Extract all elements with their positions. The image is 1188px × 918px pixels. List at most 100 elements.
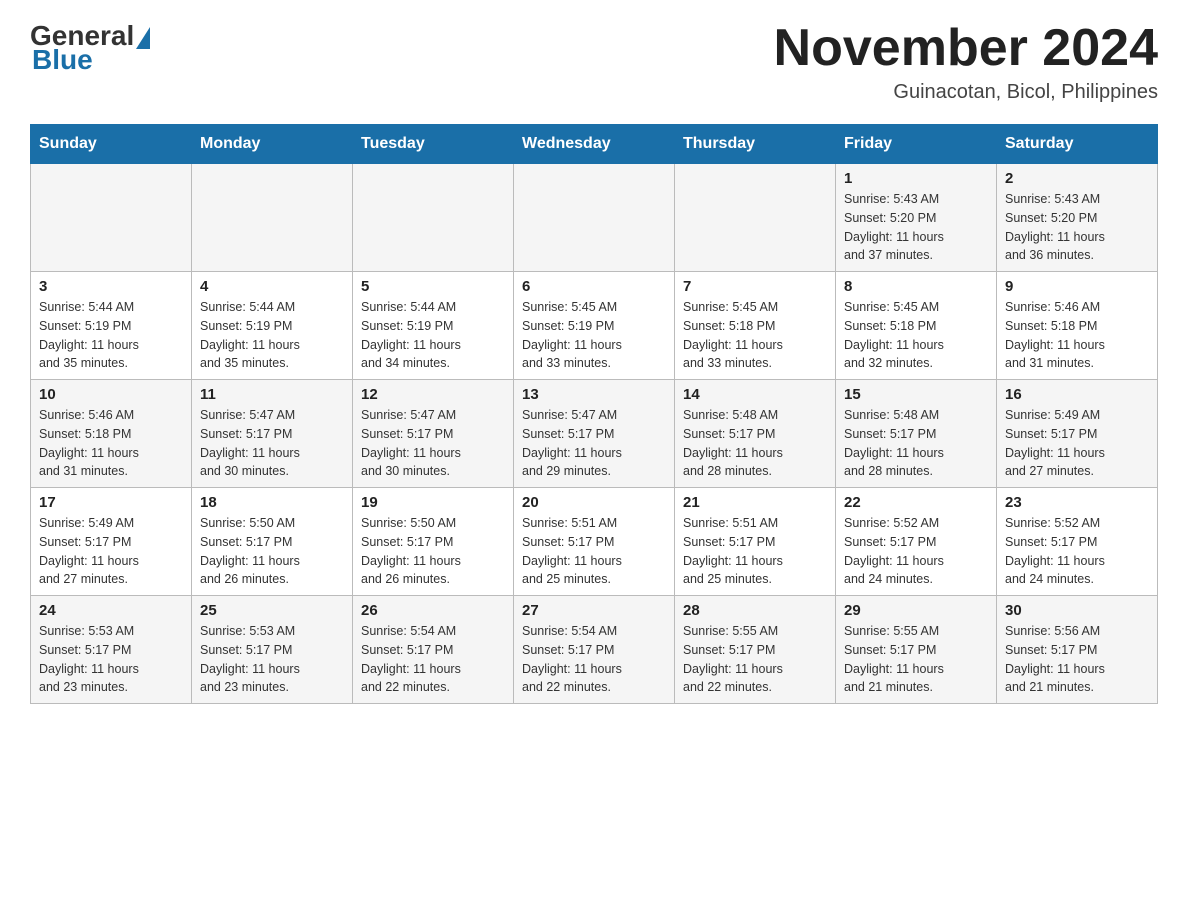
calendar-day-cell (675, 164, 836, 272)
title-area: November 2024 Guinacotan, Bicol, Philipp… (774, 20, 1158, 104)
day-info: Sunrise: 5:56 AM Sunset: 5:17 PM Dayligh… (1005, 622, 1149, 697)
calendar-day-cell: 27Sunrise: 5:54 AM Sunset: 5:17 PM Dayli… (514, 596, 675, 704)
logo-triangle-icon (136, 27, 150, 49)
calendar-day-cell: 13 Sunrise: 5:47 AM Sunset: 5:17 PM Dayli… (514, 380, 675, 488)
month-title: November 2024 (774, 20, 1158, 77)
calendar-day-cell: 26 Sunrise: 5:54 AM Sunset: 5:17 PM Dayli… (353, 596, 514, 704)
day-info: Sunrise: 5:53 AM Sunset: 5:17 PM Dayligh… (39, 622, 183, 697)
day-info: Sunrise: 5:54 AM Sunset: 5:17 PM Dayligh… (361, 622, 505, 697)
day-number: 24 (39, 602, 183, 619)
calendar-day-cell: 15 Sunrise: 5:48 AM Sunset: 5:17 PM Dayli… (836, 380, 997, 488)
day-info: Sunrise: 5:52 AM Sunset: 5:17 PM Dayligh… (1005, 514, 1149, 589)
day-number: 16 (1005, 386, 1149, 403)
calendar-day-cell: 2Sunrise: 5:43 AM Sunset: 5:20 PM Daylig… (997, 164, 1158, 272)
day-number: 19 (361, 494, 505, 511)
day-info: Sunrise: 5:50 AM Sunset: 5:17 PM Dayligh… (361, 514, 505, 589)
day-number: 29 (844, 602, 988, 619)
day-number: 7 (683, 278, 827, 295)
calendar-day-cell: 5Sunrise: 5:44 AM Sunset: 5:19 PM Daylig… (353, 272, 514, 380)
day-info: Sunrise: 5:48 AM Sunset: 5:17 PM Dayligh… (683, 406, 827, 481)
day-info: Sunrise: 5:45 AM Sunset: 5:19 PM Dayligh… (522, 298, 666, 373)
day-number: 9 (1005, 278, 1149, 295)
day-info: Sunrise: 5:47 AM Sunset: 5:17 PM Dayligh… (361, 406, 505, 481)
day-number: 26 (361, 602, 505, 619)
calendar-day-cell: 4 Sunrise: 5:44 AM Sunset: 5:19 PM Daylig… (192, 272, 353, 380)
day-number: 27 (522, 602, 666, 619)
day-info: Sunrise: 5:44 AM Sunset: 5:19 PM Dayligh… (39, 298, 183, 373)
calendar-day-cell: 12 Sunrise: 5:47 AM Sunset: 5:17 PM Dayli… (353, 380, 514, 488)
day-info: Sunrise: 5:55 AM Sunset: 5:17 PM Dayligh… (683, 622, 827, 697)
day-info: Sunrise: 5:49 AM Sunset: 5:17 PM Dayligh… (1005, 406, 1149, 481)
day-info: Sunrise: 5:44 AM Sunset: 5:19 PM Dayligh… (200, 298, 344, 373)
day-number: 30 (1005, 602, 1149, 619)
logo-blue-text: Blue (32, 44, 93, 76)
calendar-day-cell: 20Sunrise: 5:51 AM Sunset: 5:17 PM Dayli… (514, 488, 675, 596)
day-info: Sunrise: 5:43 AM Sunset: 5:20 PM Dayligh… (844, 190, 988, 265)
day-number: 6 (522, 278, 666, 295)
calendar-day-cell (514, 164, 675, 272)
day-info: Sunrise: 5:51 AM Sunset: 5:17 PM Dayligh… (683, 514, 827, 589)
calendar-day-cell: 24 Sunrise: 5:53 AM Sunset: 5:17 PM Dayli… (31, 596, 192, 704)
day-info: Sunrise: 5:51 AM Sunset: 5:17 PM Dayligh… (522, 514, 666, 589)
calendar-day-cell: 18 Sunrise: 5:50 AM Sunset: 5:17 PM Dayli… (192, 488, 353, 596)
day-info: Sunrise: 5:46 AM Sunset: 5:18 PM Dayligh… (1005, 298, 1149, 373)
calendar-day-cell: 30 Sunrise: 5:56 AM Sunset: 5:17 PM Dayli… (997, 596, 1158, 704)
day-number: 21 (683, 494, 827, 511)
calendar-day-cell: 22Sunrise: 5:52 AM Sunset: 5:17 PM Dayli… (836, 488, 997, 596)
day-number: 25 (200, 602, 344, 619)
calendar-header-thursday: Thursday (675, 125, 836, 164)
calendar-day-cell: 23 Sunrise: 5:52 AM Sunset: 5:17 PM Dayli… (997, 488, 1158, 596)
day-number: 23 (1005, 494, 1149, 511)
calendar-table: SundayMondayTuesdayWednesdayThursdayFrid… (30, 124, 1158, 704)
day-number: 11 (200, 386, 344, 403)
calendar-week-row: 10Sunrise: 5:46 AM Sunset: 5:18 PM Dayli… (31, 380, 1158, 488)
calendar-day-cell: 1 Sunrise: 5:43 AM Sunset: 5:20 PM Daylig… (836, 164, 997, 272)
day-info: Sunrise: 5:45 AM Sunset: 5:18 PM Dayligh… (683, 298, 827, 373)
day-number: 13 (522, 386, 666, 403)
day-info: Sunrise: 5:43 AM Sunset: 5:20 PM Dayligh… (1005, 190, 1149, 265)
day-info: Sunrise: 5:49 AM Sunset: 5:17 PM Dayligh… (39, 514, 183, 589)
calendar-day-cell: 8 Sunrise: 5:45 AM Sunset: 5:18 PM Daylig… (836, 272, 997, 380)
day-info: Sunrise: 5:50 AM Sunset: 5:17 PM Dayligh… (200, 514, 344, 589)
calendar-day-cell: 25 Sunrise: 5:53 AM Sunset: 5:17 PM Dayli… (192, 596, 353, 704)
calendar-day-cell: 7 Sunrise: 5:45 AM Sunset: 5:18 PM Daylig… (675, 272, 836, 380)
calendar-header-sunday: Sunday (31, 125, 192, 164)
calendar-header-monday: Monday (192, 125, 353, 164)
calendar-day-cell: 9 Sunrise: 5:46 AM Sunset: 5:18 PM Daylig… (997, 272, 1158, 380)
day-number: 17 (39, 494, 183, 511)
calendar-day-cell: 21 Sunrise: 5:51 AM Sunset: 5:17 PM Dayli… (675, 488, 836, 596)
calendar-day-cell: 14Sunrise: 5:48 AM Sunset: 5:17 PM Dayli… (675, 380, 836, 488)
day-number: 15 (844, 386, 988, 403)
calendar-day-cell: 11 Sunrise: 5:47 AM Sunset: 5:17 PM Dayli… (192, 380, 353, 488)
calendar-header-row: SundayMondayTuesdayWednesdayThursdayFrid… (31, 125, 1158, 164)
day-number: 18 (200, 494, 344, 511)
calendar-week-row: 24 Sunrise: 5:53 AM Sunset: 5:17 PM Dayli… (31, 596, 1158, 704)
calendar-day-cell: 29 Sunrise: 5:55 AM Sunset: 5:17 PM Dayli… (836, 596, 997, 704)
calendar-day-cell: 6 Sunrise: 5:45 AM Sunset: 5:19 PM Daylig… (514, 272, 675, 380)
calendar-day-cell: 16 Sunrise: 5:49 AM Sunset: 5:17 PM Dayli… (997, 380, 1158, 488)
calendar-day-cell (353, 164, 514, 272)
day-info: Sunrise: 5:55 AM Sunset: 5:17 PM Dayligh… (844, 622, 988, 697)
calendar-header-tuesday: Tuesday (353, 125, 514, 164)
calendar-day-cell (31, 164, 192, 272)
calendar-day-cell: 10Sunrise: 5:46 AM Sunset: 5:18 PM Dayli… (31, 380, 192, 488)
day-number: 1 (844, 170, 988, 187)
day-number: 4 (200, 278, 344, 295)
day-info: Sunrise: 5:47 AM Sunset: 5:17 PM Dayligh… (200, 406, 344, 481)
calendar-header-friday: Friday (836, 125, 997, 164)
day-info: Sunrise: 5:45 AM Sunset: 5:18 PM Dayligh… (844, 298, 988, 373)
calendar-day-cell: 3Sunrise: 5:44 AM Sunset: 5:19 PM Daylig… (31, 272, 192, 380)
day-info: Sunrise: 5:44 AM Sunset: 5:19 PM Dayligh… (361, 298, 505, 373)
calendar-day-cell: 28Sunrise: 5:55 AM Sunset: 5:17 PM Dayli… (675, 596, 836, 704)
day-info: Sunrise: 5:52 AM Sunset: 5:17 PM Dayligh… (844, 514, 988, 589)
calendar-day-cell: 17 Sunrise: 5:49 AM Sunset: 5:17 PM Dayli… (31, 488, 192, 596)
calendar-day-cell: 19 Sunrise: 5:50 AM Sunset: 5:17 PM Dayli… (353, 488, 514, 596)
day-info: Sunrise: 5:53 AM Sunset: 5:17 PM Dayligh… (200, 622, 344, 697)
calendar-header-wednesday: Wednesday (514, 125, 675, 164)
day-number: 12 (361, 386, 505, 403)
day-info: Sunrise: 5:47 AM Sunset: 5:17 PM Dayligh… (522, 406, 666, 481)
day-number: 8 (844, 278, 988, 295)
calendar-day-cell (192, 164, 353, 272)
day-info: Sunrise: 5:48 AM Sunset: 5:17 PM Dayligh… (844, 406, 988, 481)
calendar-week-row: 3Sunrise: 5:44 AM Sunset: 5:19 PM Daylig… (31, 272, 1158, 380)
